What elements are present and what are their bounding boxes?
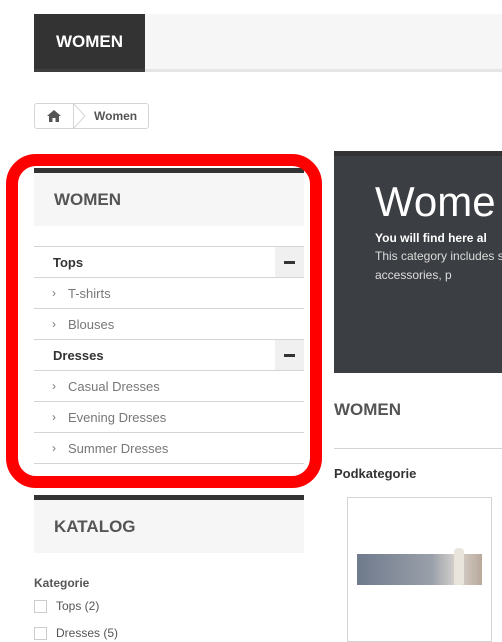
category-label[interactable]: Dresses bbox=[53, 348, 104, 363]
chevron-right-icon: › bbox=[52, 317, 56, 331]
chevron-right-icon: › bbox=[52, 379, 56, 393]
filter-option-label[interactable]: Dresses (5) bbox=[56, 626, 118, 640]
page-heading: WOMEN bbox=[334, 400, 402, 419]
subcategory-label[interactable]: Casual Dresses bbox=[68, 379, 160, 394]
collapse-toggle-icon[interactable] bbox=[275, 340, 304, 370]
subcategory-casual-dresses[interactable]: › Casual Dresses bbox=[34, 371, 304, 402]
filter-option-dresses[interactable]: Dresses (5) bbox=[34, 626, 118, 640]
category-hero-banner: Wome You will find here al This category… bbox=[334, 151, 502, 373]
checkbox[interactable] bbox=[34, 626, 47, 640]
chevron-right-icon: › bbox=[52, 286, 56, 300]
subcategory-label[interactable]: T-shirts bbox=[68, 286, 111, 301]
breadcrumb-separator bbox=[73, 103, 86, 129]
subcategory-label[interactable]: Summer Dresses bbox=[68, 441, 168, 456]
subcategory-evening-dresses[interactable]: › Evening Dresses bbox=[34, 402, 304, 433]
filter-option-label[interactable]: Tops (2) bbox=[56, 599, 99, 613]
subcategories-heading: Podkategorie bbox=[334, 466, 417, 481]
category-label[interactable]: Tops bbox=[53, 255, 83, 270]
category-tops[interactable]: Tops bbox=[34, 247, 304, 278]
chevron-right-icon: › bbox=[52, 441, 56, 455]
category-tree: Tops › T-shirts › Blouses Dresses › Casu… bbox=[34, 246, 304, 464]
subcategory-label[interactable]: Evening Dresses bbox=[68, 410, 166, 425]
catalog-block: KATALOG bbox=[34, 495, 304, 553]
model-figure bbox=[454, 548, 464, 585]
menu-tab-women[interactable]: WOMEN bbox=[34, 14, 145, 72]
checkbox[interactable] bbox=[34, 599, 47, 613]
subcategory-card[interactable] bbox=[347, 497, 492, 642]
chevron-right-icon: › bbox=[52, 410, 56, 424]
collapse-toggle-icon[interactable] bbox=[275, 247, 304, 277]
hero-title: Wome bbox=[375, 178, 496, 225]
hero-subtitle: You will find here al bbox=[375, 231, 487, 245]
categories-block: WOMEN Tops › T-shirts › Blouses Dresses … bbox=[34, 168, 304, 464]
divider bbox=[334, 448, 502, 449]
subcategory-label[interactable]: Blouses bbox=[68, 317, 114, 332]
breadcrumb: Women bbox=[34, 103, 150, 129]
breadcrumb-current: Women bbox=[94, 109, 138, 123]
categories-block-title: WOMEN bbox=[34, 168, 304, 226]
top-menu-bar: WOMEN bbox=[34, 14, 502, 72]
subcategory-blouses[interactable]: › Blouses bbox=[34, 309, 304, 340]
subcategory-image[interactable] bbox=[357, 548, 482, 585]
filter-heading: Kategorie bbox=[34, 576, 90, 590]
catalog-block-title: KATALOG bbox=[34, 495, 304, 553]
filter-option-tops[interactable]: Tops (2) bbox=[34, 599, 99, 613]
subcategory-summer-dresses[interactable]: › Summer Dresses bbox=[34, 433, 304, 464]
subcategory-t-shirts[interactable]: › T-shirts bbox=[34, 278, 304, 309]
hero-description: This category includes shoes, accessorie… bbox=[375, 249, 502, 282]
category-dresses[interactable]: Dresses bbox=[34, 340, 304, 371]
home-icon[interactable] bbox=[35, 104, 74, 128]
